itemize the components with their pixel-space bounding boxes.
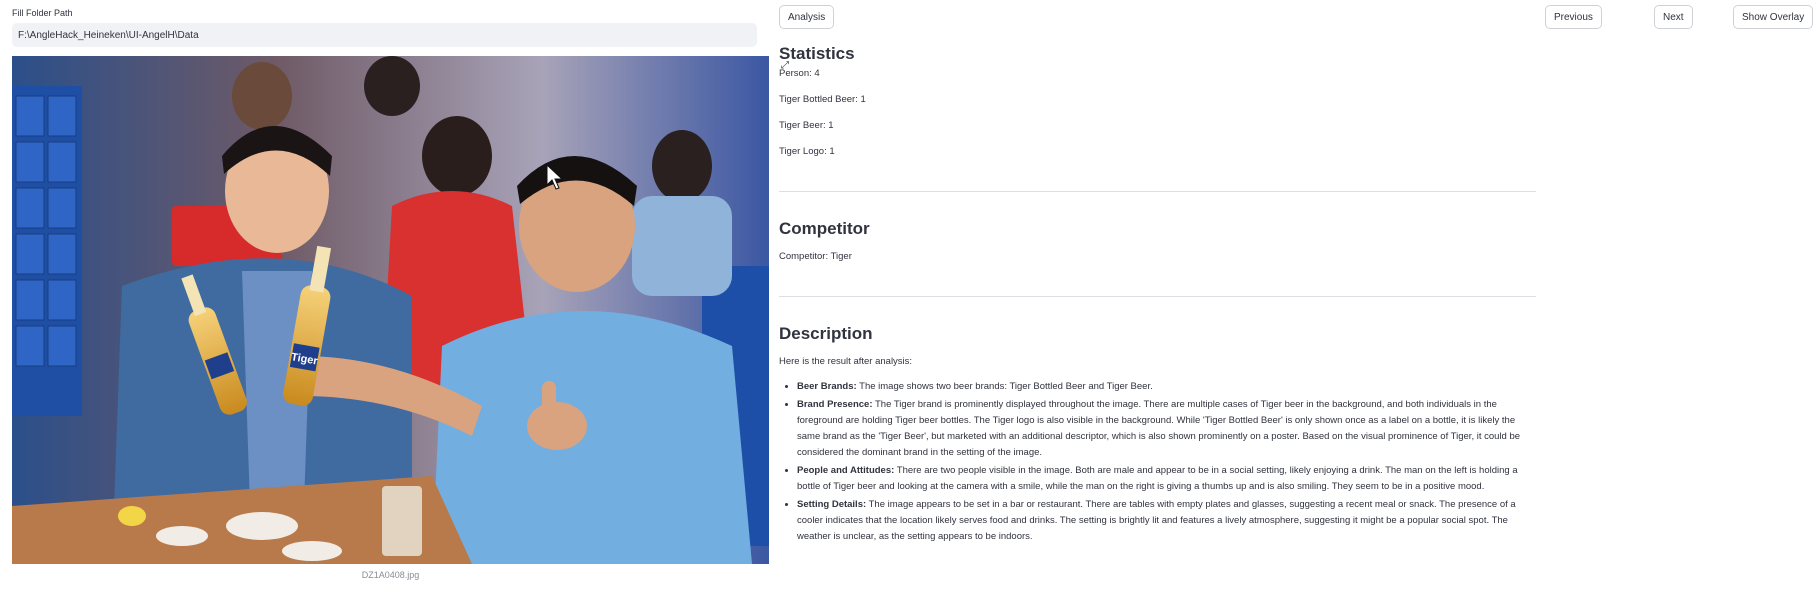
list-item-text: The Tiger brand is prominently displayed…: [797, 399, 1521, 458]
divider-1: [779, 191, 1536, 192]
competitor-text: Competitor: Tiger: [779, 251, 852, 262]
expand-icon[interactable]: ⤢: [781, 60, 789, 71]
list-item: People and Attitudes: There are two peop…: [797, 463, 1536, 495]
stat-tiger-beer: Tiger Beer: 1: [779, 120, 834, 131]
competitor-section: Competitor Competitor: Tiger: [779, 217, 1536, 263]
statistics-section: Statistics ⤢ Person: 4 Tiger Bottled Bee…: [779, 42, 1536, 158]
folder-path-input[interactable]: [12, 23, 757, 47]
competitor-title: Competitor: [779, 219, 870, 238]
app-root: Fill Folder Path F:\AngleHack_Heineken\U…: [0, 0, 1818, 591]
left-panel: Fill Folder Path F:\AngleHack_Heineken\U…: [12, 8, 769, 580]
stat-person: Person: 4: [779, 68, 820, 79]
description-title: Description: [779, 324, 873, 343]
description-section: Description Here is the result after ana…: [779, 322, 1536, 545]
stat-tiger-bottled-beer: Tiger Bottled Beer: 1: [779, 94, 866, 105]
image-caption: DZ1A0408.jpg: [361, 570, 420, 580]
previous-button[interactable]: Previous: [1545, 5, 1602, 29]
analysis-button[interactable]: Analysis: [779, 5, 835, 29]
statistics-title: Statistics: [779, 44, 855, 63]
folder-path-label: Fill Folder Path: [12, 8, 73, 18]
list-item-heading: Setting Details:: [797, 499, 867, 510]
show-overlay-button[interactable]: Show Overlay: [1733, 5, 1814, 29]
analyzed-photo: Tiger: [12, 56, 769, 564]
stat-tiger-logo: Tiger Logo: 1: [779, 146, 835, 157]
divider-2: [779, 296, 1536, 297]
next-button[interactable]: Next: [1654, 5, 1693, 29]
description-intro: Here is the result after analysis:: [779, 356, 913, 367]
list-item: Beer Brands: The image shows two beer br…: [797, 379, 1536, 395]
list-item: Brand Presence: The Tiger brand is promi…: [797, 397, 1536, 461]
description-list: Beer Brands: The image shows two beer br…: [779, 379, 1536, 545]
list-item-heading: Brand Presence:: [797, 399, 873, 410]
list-item-heading: People and Attitudes:: [797, 465, 895, 476]
analysis-panel: Statistics ⤢ Person: 4 Tiger Bottled Bee…: [779, 42, 1536, 547]
list-item-text: The image shows two beer brands: Tiger B…: [856, 381, 1153, 392]
list-item-heading: Beer Brands:: [797, 381, 857, 392]
list-item-text: There are two people visible in the imag…: [797, 465, 1518, 492]
list-item: Setting Details: The image appears to be…: [797, 497, 1536, 545]
list-item-text: The image appears to be set in a bar or …: [797, 499, 1516, 542]
